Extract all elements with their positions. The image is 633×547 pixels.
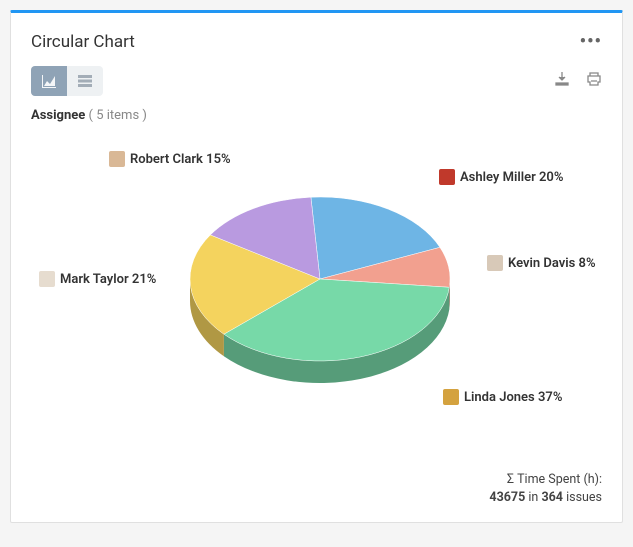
chart-icon (41, 74, 57, 88)
chart-view-button[interactable] (31, 66, 67, 96)
pie-chart (185, 179, 455, 413)
label-text: Ashley Miller 20% (460, 170, 563, 185)
slice-label-robert: Robert Clark 15% (109, 151, 231, 167)
avatar (39, 271, 55, 287)
table-icon (77, 74, 93, 88)
avatar (443, 389, 459, 405)
summary-issues: 364 (541, 490, 563, 505)
slice-label-ashley: Ashley Miller 20% (439, 169, 563, 185)
label-text: Kevin Davis 8% (508, 256, 596, 271)
summary-line: 43675 in 364 issues (31, 489, 602, 507)
table-view-button[interactable] (67, 66, 103, 96)
summary-value: 43675 (489, 490, 525, 505)
print-icon[interactable] (586, 71, 602, 91)
label-text: Linda Jones 37% (464, 390, 562, 405)
avatar (487, 255, 503, 271)
toolbar (31, 66, 602, 96)
label-text: Robert Clark 15% (130, 152, 231, 167)
chart-card: Circular Chart ••• Assignee ( 5 items ) (10, 10, 623, 523)
group-name: Assignee (31, 108, 85, 123)
view-toggle (31, 66, 103, 96)
download-icon[interactable] (554, 71, 570, 91)
chart-area: Ashley Miller 20% Kevin Davis 8% Linda J… (31, 131, 602, 461)
card-header: Circular Chart ••• (31, 31, 602, 52)
avatar (109, 151, 125, 167)
label-text: Mark Taylor 21% (60, 272, 156, 287)
more-options-icon[interactable]: ••• (580, 31, 602, 52)
slice-label-kevin: Kevin Davis 8% (487, 255, 596, 271)
slice-label-mark: Mark Taylor 21% (39, 271, 156, 287)
action-icons (554, 71, 602, 91)
group-count: ( 5 items ) (89, 108, 147, 123)
slice-label-linda: Linda Jones 37% (443, 389, 562, 405)
group-label: Assignee ( 5 items ) (31, 108, 602, 123)
summary-label: Σ Time Spent (h): (31, 471, 602, 489)
summary-mid: in (528, 490, 538, 505)
summary-footer: Σ Time Spent (h): 43675 in 364 issues (31, 471, 602, 506)
card-title: Circular Chart (31, 32, 135, 52)
avatar (439, 169, 455, 185)
summary-suffix: issues (566, 490, 602, 505)
